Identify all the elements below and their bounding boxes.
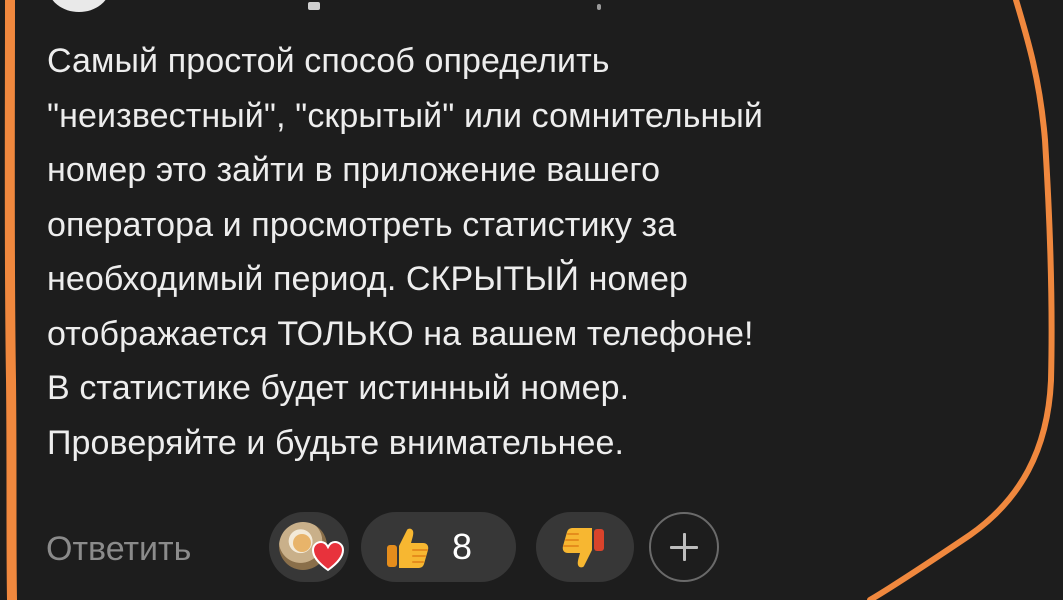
comment-screen: Самый простой способ определить "неизвес… [0,0,1063,600]
like-button[interactable]: 8 [361,512,516,582]
add-reaction-button[interactable] [649,512,719,582]
comment-actions-bar: Ответить 8 [46,509,746,585]
reactors-preview[interactable] [269,512,349,582]
comment-body: Самый простой способ определить "неизвес… [47,42,764,462]
reply-button[interactable]: Ответить [46,529,191,569]
highlight-left-stroke [4,0,17,600]
comment-header-cropped [0,0,1000,12]
heart-icon [311,540,345,572]
author-avatar[interactable] [48,0,110,12]
dislike-button[interactable] [536,512,634,582]
header-separator [597,4,601,10]
author-name-fragment [308,2,320,10]
thumbs-down-icon [562,528,604,568]
thumbs-up-icon [387,528,429,568]
like-count: 8 [452,526,473,567]
